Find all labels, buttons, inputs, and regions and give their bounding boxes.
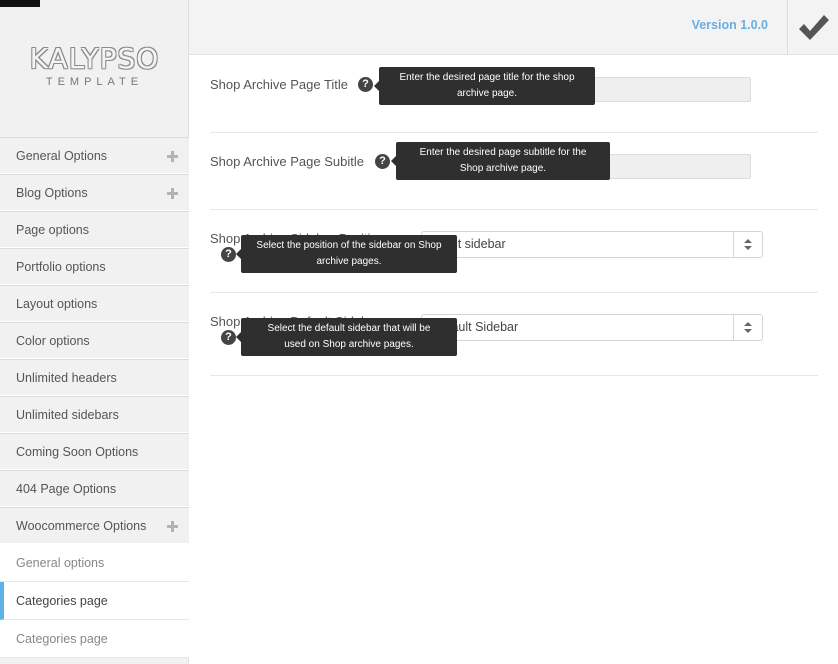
sidebar-item-general-options[interactable]: General Options [0,137,189,174]
sidebar-item-unlimited-headers[interactable]: Unlimited headers [0,359,189,396]
tooltip-line: Select the default sidebar that will be [267,323,431,334]
sidebar-subitem-general-options[interactable]: General options [0,544,189,582]
sidebar-subitem-label: General options [16,556,105,570]
tooltip: Enter the desired page title for the sho… [374,67,595,105]
plus-icon[interactable] [167,521,178,532]
sidebar-item-label: Coming Soon Options [16,445,139,459]
sidebar: KALYPSO TEMPLATE General Options Blog Op… [0,0,189,664]
sidebar-item-layout-options[interactable]: Layout options [0,285,189,322]
sidebar-subitem-categories-page-active[interactable]: Categories page [0,582,189,620]
sidebar-item-blog-options[interactable]: Blog Options [0,174,189,211]
plus-icon[interactable] [167,151,178,162]
logo-sub-text: TEMPLATE [45,76,144,88]
select-arrows-icon [733,232,762,257]
sidebar-item-label: Unlimited headers [16,371,117,385]
options-panel: Shop Archive Page Title ? OUR SHOP Enter… [210,56,818,376]
plus-icon[interactable] [167,188,178,199]
tooltip-line: Select the position of the sidebar on Sh… [256,240,442,251]
checkmark-icon [799,15,829,40]
select-arrows-icon [733,315,762,340]
sidebar-item-label: Page options [16,223,89,237]
sidebar-position-select[interactable]: Right sidebar [421,231,763,258]
sidebar-item-coming-soon[interactable]: Coming Soon Options [0,433,189,470]
option-row-page-title: Shop Archive Page Title ? OUR SHOP Enter… [210,56,818,133]
tooltip-line: Shop archive page. [459,163,547,174]
logo-main-text: KALYPSO [29,42,160,75]
tooltip-line: archive pages. [316,256,382,267]
sidebar-item-label: Portfolio options [16,260,106,274]
default-sidebar-select[interactable]: Default Sidebar [421,314,763,341]
field-label: Shop Archive Page Subitle [210,154,364,169]
sidebar-item-404-page[interactable]: 404 Page Options [0,470,189,507]
sidebar-subitem-label: Categories page [16,594,108,608]
logo: KALYPSO TEMPLATE [0,0,189,137]
tooltip-line: used on Shop archive pages. [284,339,414,350]
option-row-sidebar-position: Shop Archive Sidebar Position ? Right si… [210,210,818,293]
sidebar-item-label: 404 Page Options [16,482,117,496]
window-corner-tab [0,0,40,7]
help-icon[interactable]: ? [358,77,373,92]
version-label: Version 1.0.0 [691,18,768,32]
field-label: Shop Archive Page Title [210,77,349,92]
option-row-default-sidebar: Shop Archive Default Sidebar ? Default S… [210,293,818,376]
tooltip-line: Enter the desired page subtitle for the [419,147,587,158]
tooltip: Select the position of the sidebar on Sh… [236,235,457,273]
help-icon[interactable]: ? [375,154,390,169]
sidebar-subitem-label: Categories page [16,632,108,646]
tooltip-line: Enter the desired page title for the sho… [399,72,575,83]
sidebar-item-page-options[interactable]: Page options [0,211,189,248]
sidebar-item-label: Unlimited sidebars [16,408,119,422]
sidebar-item-portfolio-options[interactable]: Portfolio options [0,248,189,285]
sidebar-subitem-categories-page[interactable]: Categories page [0,620,189,658]
sidebar-item-label: Blog Options [16,186,88,200]
tooltip: Enter the desired page subtitle for the … [391,142,610,180]
tooltip: Select the default sidebar that will be … [236,318,457,356]
sidebar-nav: General Options Blog Options Page option… [0,137,189,658]
save-button[interactable] [787,0,838,55]
sidebar-item-woocommerce[interactable]: Woocommerce Options [0,507,189,544]
header-bar: Version 1.0.0 [189,0,838,55]
sidebar-item-label: Layout options [16,297,98,311]
help-icon[interactable]: ? [221,330,236,345]
tooltip-line: archive page. [456,88,518,99]
sidebar-item-label: General Options [16,149,108,163]
sidebar-item-color-options[interactable]: Color options [0,322,189,359]
sidebar-item-label: Woocommerce Options [16,519,147,533]
option-row-page-subtitle: Shop Archive Page Subitle ? Shop archive… [210,133,818,210]
sidebar-item-unlimited-sidebars[interactable]: Unlimited sidebars [0,396,189,433]
help-icon[interactable]: ? [221,247,236,262]
sidebar-item-label: Color options [16,334,90,348]
